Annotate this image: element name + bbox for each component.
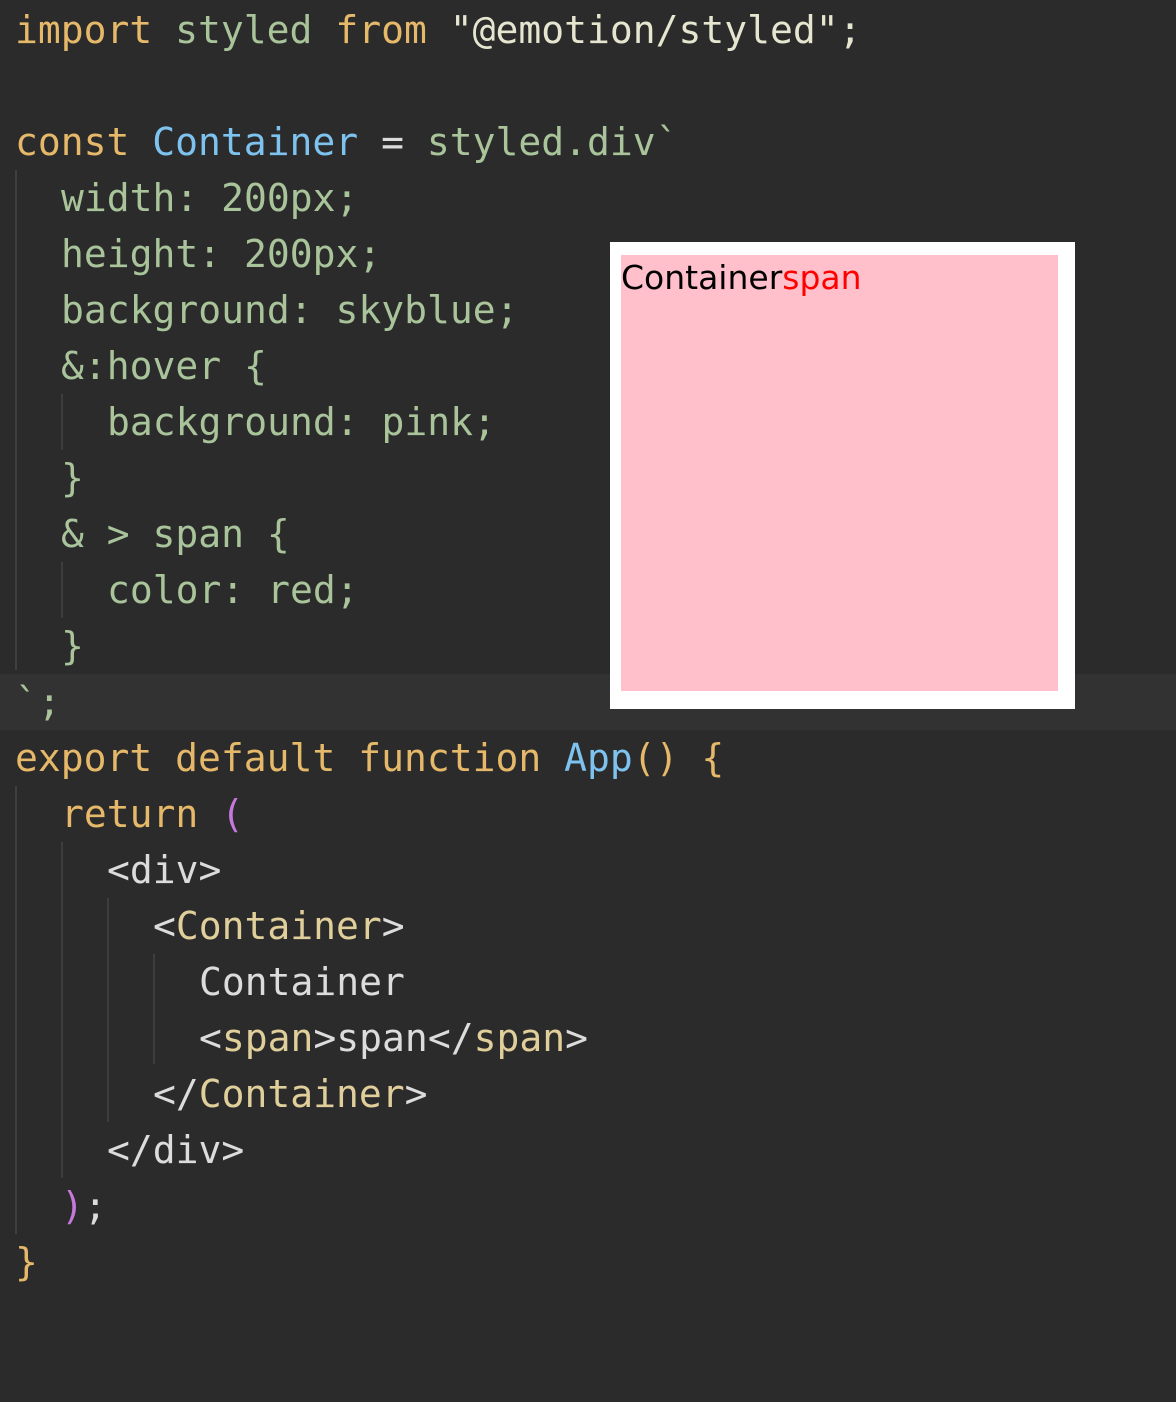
css-declaration: height: 200px;: [61, 232, 382, 276]
paren: ): [61, 1184, 84, 1228]
jsx-tag: span: [473, 1016, 566, 1060]
code-line: }: [0, 1234, 1176, 1290]
code-line: );: [0, 1178, 1176, 1234]
jsx-text: span: [336, 1016, 428, 1060]
brace: }: [15, 1240, 38, 1284]
jsx-tag: span: [221, 1016, 314, 1060]
span-text: span: [782, 258, 862, 297]
jsx-bracket: <: [199, 1016, 222, 1060]
code-line: <Container>: [0, 898, 1176, 954]
jsx-bracket: </: [427, 1016, 474, 1060]
render-preview: Containerspan: [610, 242, 1075, 709]
jsx-bracket: </: [153, 1072, 199, 1116]
keyword: from: [335, 8, 427, 52]
container-box[interactable]: Containerspan: [621, 255, 1058, 691]
jsx-bracket: >: [313, 1016, 337, 1060]
code-line: </div>: [0, 1122, 1176, 1178]
function-name: App: [564, 736, 633, 780]
jsx-bracket: >: [381, 904, 405, 948]
code-line: import styled from "@emotion/styled";: [0, 2, 1176, 58]
code-line: <div>: [0, 842, 1176, 898]
keyword: import: [15, 8, 153, 52]
code-line: width: 200px;: [0, 170, 1176, 226]
code-line: </Container>: [0, 1066, 1176, 1122]
keyword: return: [61, 792, 199, 836]
punctuation: () {: [632, 736, 725, 780]
css-declaration: background: skyblue;: [61, 288, 519, 332]
identifier: styled: [175, 8, 313, 52]
semicolon: ;: [83, 1184, 107, 1228]
code-line: return (: [0, 786, 1176, 842]
css-declaration: color: red;: [107, 568, 359, 612]
paren: (: [221, 792, 245, 836]
code-line: export default function App() {: [0, 730, 1176, 786]
jsx-text: Container: [199, 960, 405, 1004]
css-selector: & > span {: [61, 512, 290, 556]
template-end: `;: [15, 680, 61, 724]
container-text: Container: [621, 258, 783, 297]
jsx-bracket: <: [153, 904, 176, 948]
keyword: const: [15, 120, 130, 164]
operator: =: [358, 120, 427, 164]
css-declaration: background: pink;: [107, 400, 496, 444]
jsx-component-tag: Container: [198, 1072, 405, 1116]
keyword: function: [358, 736, 542, 780]
css-brace: }: [61, 624, 84, 668]
keyword: export: [15, 736, 153, 780]
jsx-component-tag: Container: [175, 904, 382, 948]
identifier: Container: [152, 120, 359, 164]
code-line: <span>span</span>: [0, 1010, 1176, 1066]
css-declaration: width: 200px;: [61, 176, 359, 220]
template-start: styled.div`: [426, 120, 679, 164]
css-selector: &:hover {: [61, 344, 267, 388]
jsx-tag: </div>: [107, 1128, 245, 1172]
keyword: default: [175, 736, 336, 780]
code-line: Container: [0, 954, 1176, 1010]
code-line: const Container = styled.div`: [0, 114, 1176, 170]
css-brace: }: [61, 456, 84, 500]
jsx-bracket: >: [565, 1016, 588, 1060]
string-literal: "@emotion/styled";: [449, 8, 862, 52]
jsx-bracket: >: [404, 1072, 428, 1116]
jsx-tag: <div>: [107, 848, 222, 892]
